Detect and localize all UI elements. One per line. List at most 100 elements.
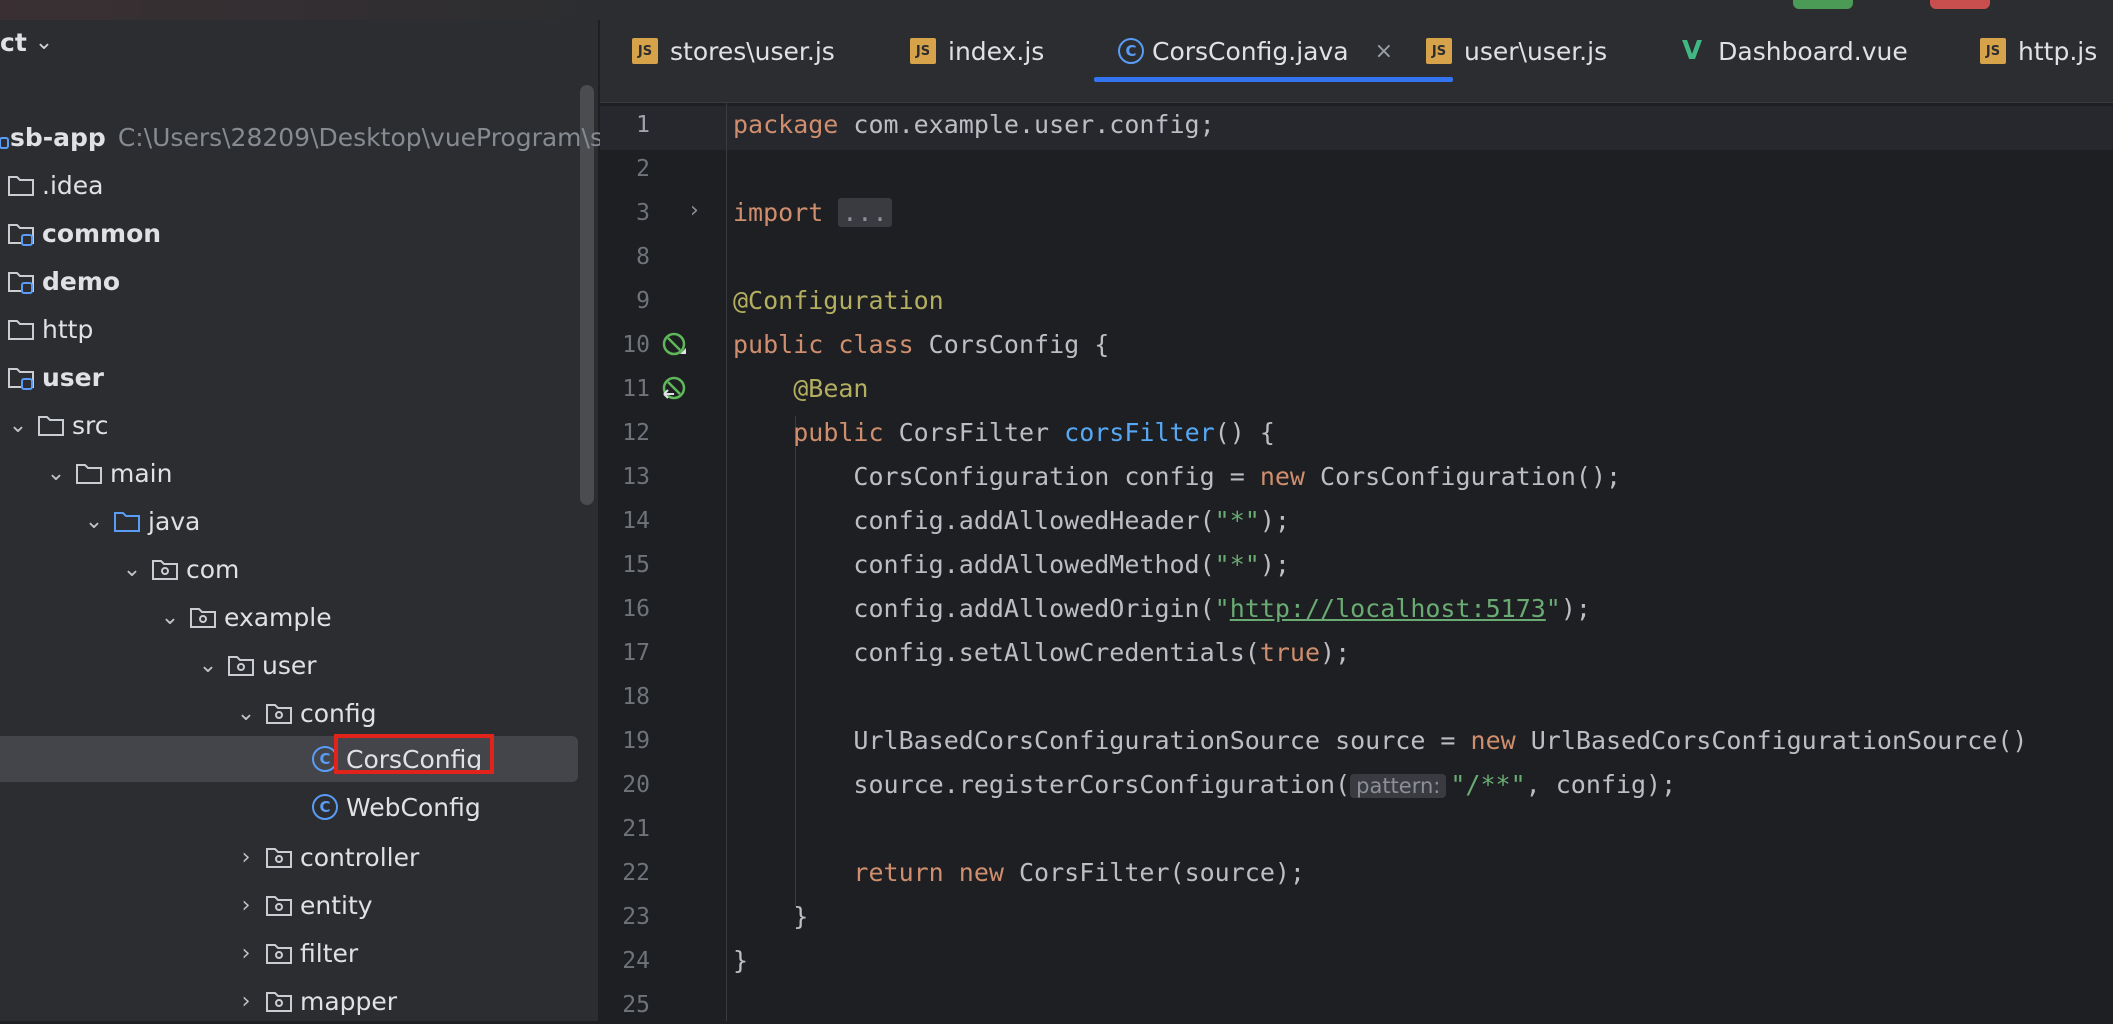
chevron-right-icon[interactable]: › [234, 941, 258, 966]
tree-item-config[interactable]: ⌄ config [234, 690, 377, 736]
code-line-9[interactable]: @Configuration [733, 286, 944, 315]
code-token: "*" [1214, 506, 1260, 535]
code-line-11[interactable]: @Bean [733, 374, 868, 403]
javascript-file-icon: JS [1980, 38, 2006, 64]
tree-item-common[interactable]: common [8, 210, 161, 256]
tree-item-label: com [186, 554, 240, 584]
code-line-3[interactable]: import ... [733, 198, 892, 227]
code-line-23[interactable]: } [733, 902, 808, 931]
code-line-24[interactable]: } [733, 946, 748, 975]
url-link[interactable]: http://localhost:5173 [1230, 594, 1546, 623]
code-token: CorsConfiguration config = [853, 462, 1260, 491]
chevron-down-icon[interactable]: ⌄ [234, 701, 258, 726]
code-line-17[interactable]: config.setAllowCredentials(true); [733, 638, 1350, 667]
chevron-right-icon[interactable]: › [690, 198, 699, 223]
code-token: ); [1259, 550, 1290, 579]
tree-item-controller[interactable]: › controller [234, 834, 420, 880]
tree-item-mapper[interactable]: › mapper [234, 978, 397, 1024]
line-number: 20 [622, 772, 650, 798]
module-folder-icon [8, 270, 34, 294]
tab-stores-user-js[interactable]: JS stores\user.js [632, 20, 835, 82]
chevron-down-icon[interactable]: ⌄ [82, 509, 106, 534]
line-number: 23 [622, 904, 650, 930]
tree-item-webconfig[interactable]: C WebConfig [312, 784, 481, 830]
module-folder-icon [8, 366, 34, 390]
tree-item-idea[interactable]: .idea [8, 162, 103, 208]
tab-corsconfig-java[interactable]: C CorsConfig.java × [1093, 20, 1454, 82]
close-icon[interactable]: × [1375, 39, 1393, 64]
code-token: CorsFilter(source); [1003, 858, 1305, 887]
tree-item-label: .idea [42, 170, 104, 200]
tree-item-main[interactable]: ⌄ main [44, 450, 173, 496]
code-token: "/**" [1450, 770, 1526, 799]
project-panel-header[interactable]: ct ⌄ [0, 20, 53, 64]
code-line-20[interactable]: source.registerCorsConfiguration(pattern… [733, 770, 1676, 799]
tree-item-label: mapper [300, 986, 398, 1016]
tree-item-user-module[interactable]: user [8, 354, 104, 400]
spring-bean-icon[interactable] [662, 332, 688, 358]
project-path: C:\Users\28209\Desktop\vueProgram\sb-ap [117, 122, 660, 152]
folder-icon [38, 414, 64, 436]
line-number: 12 [622, 420, 650, 446]
code-line-14[interactable]: config.addAllowedHeader("*"); [733, 506, 1290, 535]
tree-item-sb-app[interactable]: sb-app C:\Users\28209\Desktop\vueProgram… [0, 114, 659, 160]
code-token: UrlBasedCorsConfigurationSource() [1515, 726, 2028, 755]
folded-imports[interactable]: ... [838, 198, 892, 227]
code-token: ); [1259, 506, 1290, 535]
package-icon [228, 654, 254, 676]
tree-item-example[interactable]: ⌄ example [158, 594, 332, 640]
run-button[interactable] [1793, 0, 1853, 9]
chevron-down-icon[interactable]: ⌄ [120, 557, 144, 582]
tree-item-com[interactable]: ⌄ com [120, 546, 240, 592]
tab-dashboard-vue[interactable]: V Dashboard.vue [1682, 20, 1908, 82]
tab-index-js[interactable]: JS index.js [910, 20, 1044, 82]
code-token: ); [1560, 594, 1591, 623]
line-number: 8 [636, 244, 650, 270]
spring-bean-navigate-icon[interactable] [662, 376, 688, 402]
code-token: ); [1320, 638, 1351, 667]
line-number: 19 [622, 728, 650, 754]
code-line-1[interactable]: package com.example.user.config; [733, 110, 1215, 139]
tree-item-demo[interactable]: demo [8, 258, 120, 304]
tab-http-js[interactable]: JS http.js [1980, 20, 2097, 82]
code-line-16[interactable]: config.addAllowedOrigin("http://localhos… [733, 594, 1591, 623]
chevron-right-icon[interactable]: › [234, 893, 258, 918]
tree-item-label: sb-app [10, 122, 106, 152]
tab-label: stores\user.js [670, 36, 835, 66]
code-line-22[interactable]: return new CorsFilter(source); [733, 858, 1305, 887]
chevron-down-icon[interactable]: ⌄ [44, 461, 68, 486]
tree-item-entity[interactable]: › entity [234, 882, 373, 928]
tree-item-java[interactable]: ⌄ java [82, 498, 201, 544]
parameter-hint: pattern: [1350, 774, 1447, 798]
line-number: 18 [622, 684, 650, 710]
package-icon [266, 942, 292, 964]
stop-button[interactable] [1930, 0, 1990, 9]
chevron-down-icon[interactable]: ⌄ [158, 605, 182, 630]
code-token: () { [1214, 418, 1275, 447]
tree-item-filter[interactable]: › filter [234, 930, 359, 976]
code-line-15[interactable]: config.addAllowedMethod("*"); [733, 550, 1290, 579]
tab-user-user-js[interactable]: JS user\user.js [1426, 20, 1607, 82]
tree-item-http[interactable]: http [8, 306, 93, 352]
tab-label: user\user.js [1464, 36, 1608, 66]
chevron-down-icon[interactable]: ⌄ [35, 30, 53, 55]
tree-item-user-package[interactable]: ⌄ user [196, 642, 317, 688]
code-line-13[interactable]: CorsConfiguration config = new CorsConfi… [733, 462, 1621, 491]
package-icon [266, 894, 292, 916]
chevron-right-icon[interactable]: › [234, 989, 258, 1014]
tab-label: http.js [2018, 36, 2098, 66]
code-token: corsFilter [1064, 418, 1215, 447]
package-icon [190, 606, 216, 628]
tree-item-src[interactable]: ⌄ src [6, 402, 109, 448]
chevron-right-icon[interactable]: › [234, 845, 258, 870]
code-token: CorsFilter [883, 418, 1065, 447]
tree-item-label: common [42, 218, 162, 248]
chevron-down-icon[interactable]: ⌄ [196, 653, 220, 678]
code-token: "*" [1214, 550, 1260, 579]
chevron-down-icon[interactable]: ⌄ [6, 413, 30, 438]
code-line-12[interactable]: public CorsFilter corsFilter() { [733, 418, 1275, 447]
code-line-19[interactable]: UrlBasedCorsConfigurationSource source =… [733, 726, 2027, 755]
code-line-10[interactable]: public class CorsConfig { [733, 330, 1109, 359]
tree-item-label: WebConfig [346, 792, 481, 822]
line-number: 22 [622, 860, 650, 886]
